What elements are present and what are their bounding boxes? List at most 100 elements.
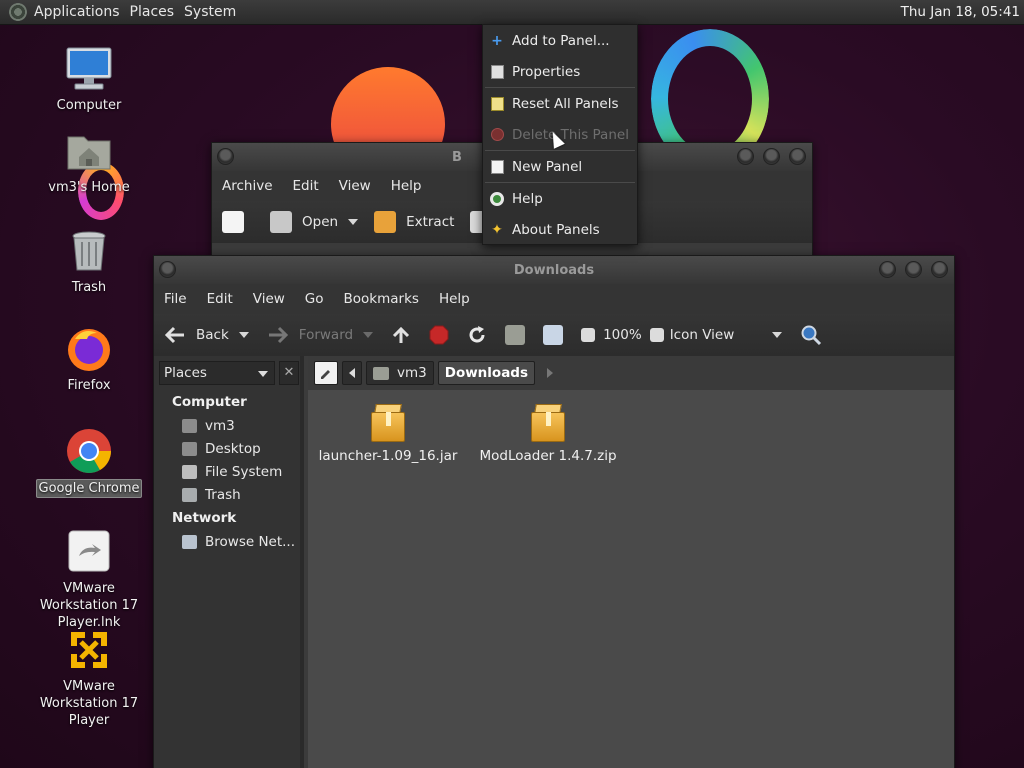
maximize-button[interactable] [905, 261, 922, 278]
menu-bookmarks[interactable]: Bookmarks [334, 291, 429, 307]
sidebar-item-filesystem[interactable]: File System [154, 460, 300, 483]
desktop-icon-vmware-lnk[interactable]: VMware Workstation 17 Player.lnk [29, 528, 149, 631]
sidebar-close-button[interactable]: ✕ [279, 361, 299, 385]
desktop-icon-label: Trash [71, 280, 107, 295]
system-menu[interactable]: System [182, 4, 244, 20]
forward-dropdown-icon[interactable] [363, 332, 374, 338]
desktop-icon-label: Computer [56, 98, 122, 113]
menu-help[interactable]: Help [429, 291, 480, 307]
desktop-icon-label: Google Chrome [35, 479, 143, 498]
location-bar: vm3 Downloads [308, 356, 954, 390]
delete-icon [489, 127, 505, 143]
sidebar-item-trash[interactable]: Trash [154, 483, 300, 506]
distro-logo-icon[interactable] [9, 3, 27, 21]
maximize-button[interactable] [763, 148, 780, 165]
menu-view[interactable]: View [243, 291, 295, 307]
close-button[interactable] [789, 148, 806, 165]
menu-item-reset-all-panels[interactable]: Reset All Panels [483, 88, 637, 119]
file-manager-menubar: File Edit View Go Bookmarks Help [154, 284, 954, 314]
menu-item-label: About Panels [512, 221, 600, 238]
desktop-icon-label: VMware Workstation 17 Player [39, 679, 139, 728]
chevron-right-icon[interactable] [547, 368, 554, 378]
sidebar-section-computer: Computer [172, 394, 247, 410]
back-arrow-icon [164, 326, 184, 344]
view-mode-dropdown-icon[interactable] [771, 332, 782, 338]
search-button[interactable] [800, 324, 822, 346]
view-mode-value: Icon View [669, 327, 735, 343]
menu-view[interactable]: View [329, 178, 381, 194]
menu-item-properties[interactable]: Properties [483, 56, 637, 87]
places-menu[interactable]: Places [128, 4, 183, 20]
file-manager-toolbar: Back Forward 100% Icon View [154, 314, 954, 356]
top-panel: Applications Places System Thu Jan 18, 0… [0, 0, 1024, 25]
file-view[interactable]: launcher-1.09_16.jar ModLoader 1.4.7.zip [308, 390, 954, 768]
menu-go[interactable]: Go [295, 291, 334, 307]
file-name: ModLoader 1.4.7.zip [479, 448, 617, 464]
reload-button[interactable] [467, 325, 487, 345]
minimize-button[interactable] [879, 261, 896, 278]
breadcrumb-downloads[interactable]: Downloads [437, 361, 536, 385]
sidebar-item-label: Trash [205, 486, 241, 503]
zoom-out-button[interactable]: 100% [581, 327, 642, 343]
menu-edit[interactable]: Edit [283, 178, 329, 194]
new-archive-button[interactable] [222, 211, 254, 233]
window-title: Downloads [513, 263, 595, 278]
view-mode-select[interactable]: Icon View [670, 327, 782, 343]
desktop-icon-label: vm3's Home [48, 180, 130, 195]
file-item[interactable]: ModLoader 1.4.7.zip [478, 404, 618, 464]
sidebar-item-vm3[interactable]: vm3 [154, 414, 300, 437]
computer-button[interactable] [543, 325, 564, 345]
new-archive-icon [222, 211, 244, 233]
minimize-button[interactable] [737, 148, 754, 165]
sidebar-item-browse-network[interactable]: Browse Net... [154, 530, 300, 553]
search-icon [801, 325, 821, 346]
computer-icon [65, 45, 113, 93]
back-label: Back [196, 327, 229, 343]
back-dropdown-icon[interactable] [238, 332, 249, 338]
extract-button[interactable]: Extract [374, 211, 454, 233]
home-button[interactable] [505, 325, 526, 345]
window-menu-button[interactable] [217, 148, 234, 165]
menu-edit[interactable]: Edit [197, 291, 243, 307]
menu-file[interactable]: File [154, 291, 197, 307]
desktop-icon-computer[interactable]: Computer [29, 45, 149, 114]
sidebar-selector[interactable]: Places [159, 361, 275, 385]
plus-icon: + [491, 32, 503, 49]
sidebar-item-desktop[interactable]: Desktop [154, 437, 300, 460]
breadcrumb-vm3[interactable]: vm3 [366, 361, 434, 385]
package-icon [531, 404, 565, 442]
zoom-in-button[interactable] [649, 328, 664, 342]
desktop-icon-home[interactable]: vm3's Home [29, 127, 149, 196]
breadcrumb-back-button[interactable] [342, 361, 362, 385]
applications-menu[interactable]: Applications [32, 4, 128, 20]
home-folder-icon [65, 127, 113, 175]
desktop-icon-firefox[interactable]: Firefox [29, 325, 149, 394]
panel-clock[interactable]: Thu Jan 18, 05:41 [901, 4, 1020, 20]
toggle-location-button[interactable] [314, 361, 338, 385]
menu-item-help[interactable]: Help [483, 183, 637, 214]
menu-item-about-panels[interactable]: ✦ About Panels [483, 214, 637, 245]
drive-icon [182, 464, 197, 479]
open-dropdown-icon[interactable] [348, 219, 359, 225]
menu-help[interactable]: Help [381, 178, 432, 194]
file-manager-titlebar[interactable]: Downloads [154, 256, 954, 284]
open-button[interactable]: Open [270, 211, 359, 233]
forward-button[interactable]: Forward [267, 325, 374, 345]
back-button[interactable]: Back [164, 325, 249, 345]
stop-button[interactable] [429, 325, 449, 345]
up-button[interactable] [391, 325, 411, 345]
desktop-icon-trash[interactable]: Trash [29, 227, 149, 296]
menu-item-new-panel[interactable]: New Panel [483, 151, 637, 182]
open-label: Open [302, 214, 339, 230]
desktop-icon-chrome[interactable]: Google Chrome [29, 427, 149, 498]
chevron-down-icon [258, 371, 268, 377]
vmware-icon [65, 626, 113, 674]
desktop-icon-vmware[interactable]: VMware Workstation 17 Player [29, 626, 149, 729]
file-item[interactable]: launcher-1.09_16.jar [318, 404, 458, 464]
menu-item-add-to-panel[interactable]: + Add to Panel... [483, 25, 637, 56]
close-button[interactable] [931, 261, 948, 278]
menu-archive[interactable]: Archive [212, 178, 283, 194]
about-icon: ✦ [491, 221, 503, 238]
reset-icon [489, 96, 505, 112]
menu-item-label: Add to Panel... [512, 32, 610, 49]
